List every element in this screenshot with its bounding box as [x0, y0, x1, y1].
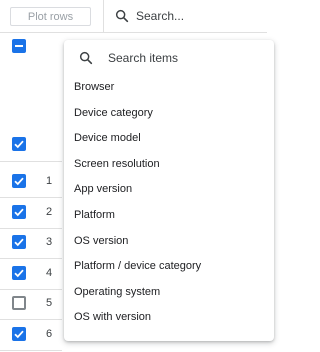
row-checkbox[interactable] [12, 326, 26, 341]
row-number: 2 [46, 205, 53, 218]
toolbar-search [104, 0, 267, 33]
row-divider [0, 288, 62, 290]
row-number: 6 [46, 327, 53, 340]
search-icon [115, 9, 129, 23]
dropdown-item[interactable]: Browser [64, 75, 274, 100]
header-row-checkbox[interactable] [12, 137, 26, 151]
dropdown-item[interactable]: Platform / device category [64, 254, 274, 279]
search-input[interactable] [136, 6, 236, 26]
row-divider [0, 227, 62, 229]
row-number: 4 [46, 266, 53, 279]
check-icon [14, 269, 24, 277]
search-items-input[interactable] [108, 49, 258, 67]
dropdown-item[interactable]: Device model [64, 126, 274, 151]
row-divider [0, 258, 62, 259]
row-divider [0, 197, 62, 198]
row-divider [0, 161, 62, 162]
dropdown-item[interactable]: Platform [64, 203, 274, 228]
dropdown-item[interactable]: OS version [64, 229, 274, 254]
dimension-dropdown: BrowserDevice categoryDevice modelScreen… [64, 40, 274, 341]
dropdown-item[interactable]: Device category [64, 101, 274, 126]
check-icon [14, 238, 24, 247]
select-all-checkbox[interactable] [12, 39, 26, 53]
toolbar-left: Plot rows [0, 0, 104, 33]
dropdown-item[interactable]: Screen resolution [64, 152, 274, 177]
row-checkbox[interactable] [12, 296, 26, 310]
dropdown-item[interactable]: Operating system [64, 280, 274, 305]
row-divider [0, 349, 62, 351]
check-icon [14, 177, 24, 186]
search-icon [79, 51, 93, 65]
row-checkbox[interactable] [12, 204, 26, 219]
check-icon [14, 330, 24, 338]
dropdown-item[interactable]: OS with version [64, 305, 274, 330]
row-checkbox[interactable] [12, 235, 26, 249]
check-icon [14, 140, 24, 149]
plot-rows-button[interactable]: Plot rows [10, 7, 91, 26]
row-number: 1 [46, 175, 53, 187]
dropdown-item[interactable]: App version [64, 177, 274, 202]
row-number: 3 [46, 236, 53, 248]
row-checkbox[interactable] [12, 265, 26, 280]
row-number: 5 [46, 297, 53, 309]
row-divider [0, 319, 62, 320]
row-checkbox[interactable] [12, 174, 26, 188]
check-icon [14, 208, 24, 216]
